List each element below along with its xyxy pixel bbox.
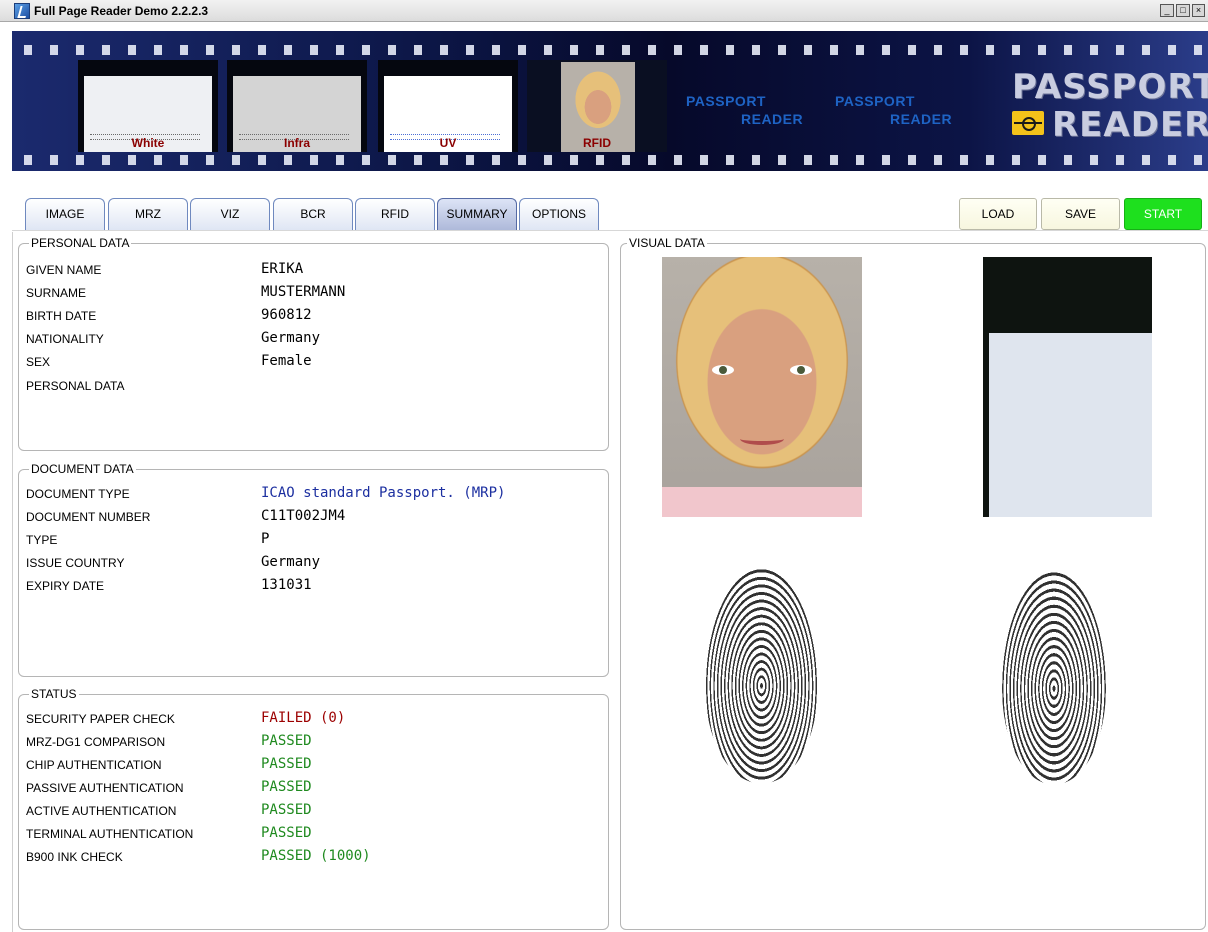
type-value: P <box>261 531 270 547</box>
tab-viz[interactable]: VIZ <box>190 198 270 230</box>
field-label: PERSONAL DATA <box>26 379 125 393</box>
field-label: GIVEN NAME <box>26 263 102 277</box>
status-label: ACTIVE AUTHENTICATION <box>26 804 177 818</box>
terminal-auth-status: PASSED <box>261 825 312 841</box>
thumbnail-white[interactable]: White <box>78 60 218 152</box>
panel-title: VISUAL DATA <box>627 236 707 250</box>
portrait-shirt <box>662 487 862 517</box>
panel-title: DOCUMENT DATA <box>29 462 136 476</box>
document-number-value: C11T002JM4 <box>261 508 346 524</box>
start-button[interactable]: START <box>1124 198 1202 230</box>
field-label: BIRTH DATE <box>26 309 97 323</box>
thumbnail-rfid[interactable]: RFID <box>527 60 667 152</box>
field-label: SEX <box>26 355 51 369</box>
panel-title: STATUS <box>29 687 79 701</box>
status-label: PASSIVE AUTHENTICATION <box>26 781 184 795</box>
sex-value: Female <box>261 353 312 369</box>
b900-ink-status: PASSED (1000) <box>261 848 371 864</box>
field-label: EXPIRY DATE <box>26 579 105 593</box>
portrait-eye <box>790 365 812 375</box>
field-label: TYPE <box>26 533 58 547</box>
active-auth-status: PASSED <box>261 802 312 818</box>
issue-country-value: Germany <box>261 554 321 570</box>
app-icon <box>14 3 30 19</box>
personal-data-panel: PERSONAL DATA GIVEN NAME ERIKA SURNAME M… <box>18 236 609 451</box>
window-title: Full Page Reader Demo 2.2.2.3 <box>34 4 209 18</box>
status-panel: STATUS SECURITY PAPER CHECK FAILED (0) M… <box>18 687 609 930</box>
thumbnail-label: White <box>131 136 165 150</box>
close-button[interactable]: × <box>1192 4 1205 17</box>
status-label: CHIP AUTHENTICATION <box>26 758 162 772</box>
maximize-button[interactable]: □ <box>1176 4 1190 17</box>
document-paper-area <box>989 333 1152 517</box>
birth-date-value: 960812 <box>261 307 312 323</box>
film-perforations-bottom <box>12 155 1208 165</box>
filmstrip-banner: White Infra UV RFID PASSPORT READER PASS… <box>12 31 1208 171</box>
document-detail-image <box>983 257 1152 517</box>
banner-logo-text: PASSPORT <box>686 93 766 109</box>
status-label: MRZ-DG1 COMPARISON <box>26 735 166 749</box>
status-label: B900 INK CHECK <box>26 850 123 864</box>
portrait-photo <box>662 257 862 517</box>
chip-auth-status: PASSED <box>261 756 312 772</box>
tab-options[interactable]: OPTIONS <box>519 198 599 230</box>
tab-bcr[interactable]: BCR <box>273 198 353 230</box>
security-paper-status: FAILED (0) <box>261 710 346 726</box>
film-perforations-top <box>12 45 1208 55</box>
minimize-button[interactable]: _ <box>1160 4 1174 17</box>
given-name-value: ERIKA <box>261 261 304 277</box>
field-label: DOCUMENT NUMBER <box>26 510 151 524</box>
surname-value: MUSTERMANN <box>261 284 346 300</box>
mrz-dg1-status: PASSED <box>261 733 312 749</box>
passive-auth-status: PASSED <box>261 779 312 795</box>
thumbnail-label: RFID <box>583 136 611 150</box>
portrait-mouth <box>740 433 784 445</box>
panel-title: PERSONAL DATA <box>29 236 132 250</box>
banner-logo-text: READER <box>741 111 804 127</box>
tab-summary[interactable]: SUMMARY <box>437 198 517 230</box>
title-bar: Full Page Reader Demo 2.2.2.3 _ □ × <box>0 0 1208 22</box>
status-label: TERMINAL AUTHENTICATION <box>26 827 194 841</box>
nationality-value: Germany <box>261 330 321 346</box>
field-label: NATIONALITY <box>26 332 104 346</box>
save-button[interactable]: SAVE <box>1041 198 1120 230</box>
tab-image[interactable]: IMAGE <box>25 198 105 230</box>
document-data-panel: DOCUMENT DATA DOCUMENT TYPE ICAO standar… <box>18 462 609 677</box>
status-label: SECURITY PAPER CHECK <box>26 712 175 726</box>
reader-logo-icon <box>1012 111 1044 135</box>
field-label: SURNAME <box>26 286 87 300</box>
thumbnail-infra[interactable]: Infra <box>227 60 367 152</box>
banner-logo-text: PASSPORT <box>835 93 915 109</box>
thumbnail-uv[interactable]: UV <box>378 60 518 152</box>
load-button[interactable]: LOAD <box>959 198 1037 230</box>
thumbnail-label: Infra <box>283 136 311 150</box>
tab-rfid[interactable]: RFID <box>355 198 435 230</box>
portrait-eye <box>712 365 734 375</box>
thumbnail-label: UV <box>439 136 457 150</box>
expiry-date-value: 131031 <box>261 577 312 593</box>
field-label: ISSUE COUNTRY <box>26 556 125 570</box>
banner-logo-text: READER <box>890 111 953 127</box>
tab-strip-divider <box>12 230 1208 231</box>
left-border <box>12 232 13 932</box>
document-type-value: ICAO standard Passport. (MRP) <box>261 485 506 501</box>
tab-mrz[interactable]: MRZ <box>108 198 188 230</box>
passport-reader-logo: PASSPORT <box>1012 67 1208 107</box>
passport-reader-logo: READER <box>1052 105 1208 145</box>
field-label: DOCUMENT TYPE <box>26 487 130 501</box>
